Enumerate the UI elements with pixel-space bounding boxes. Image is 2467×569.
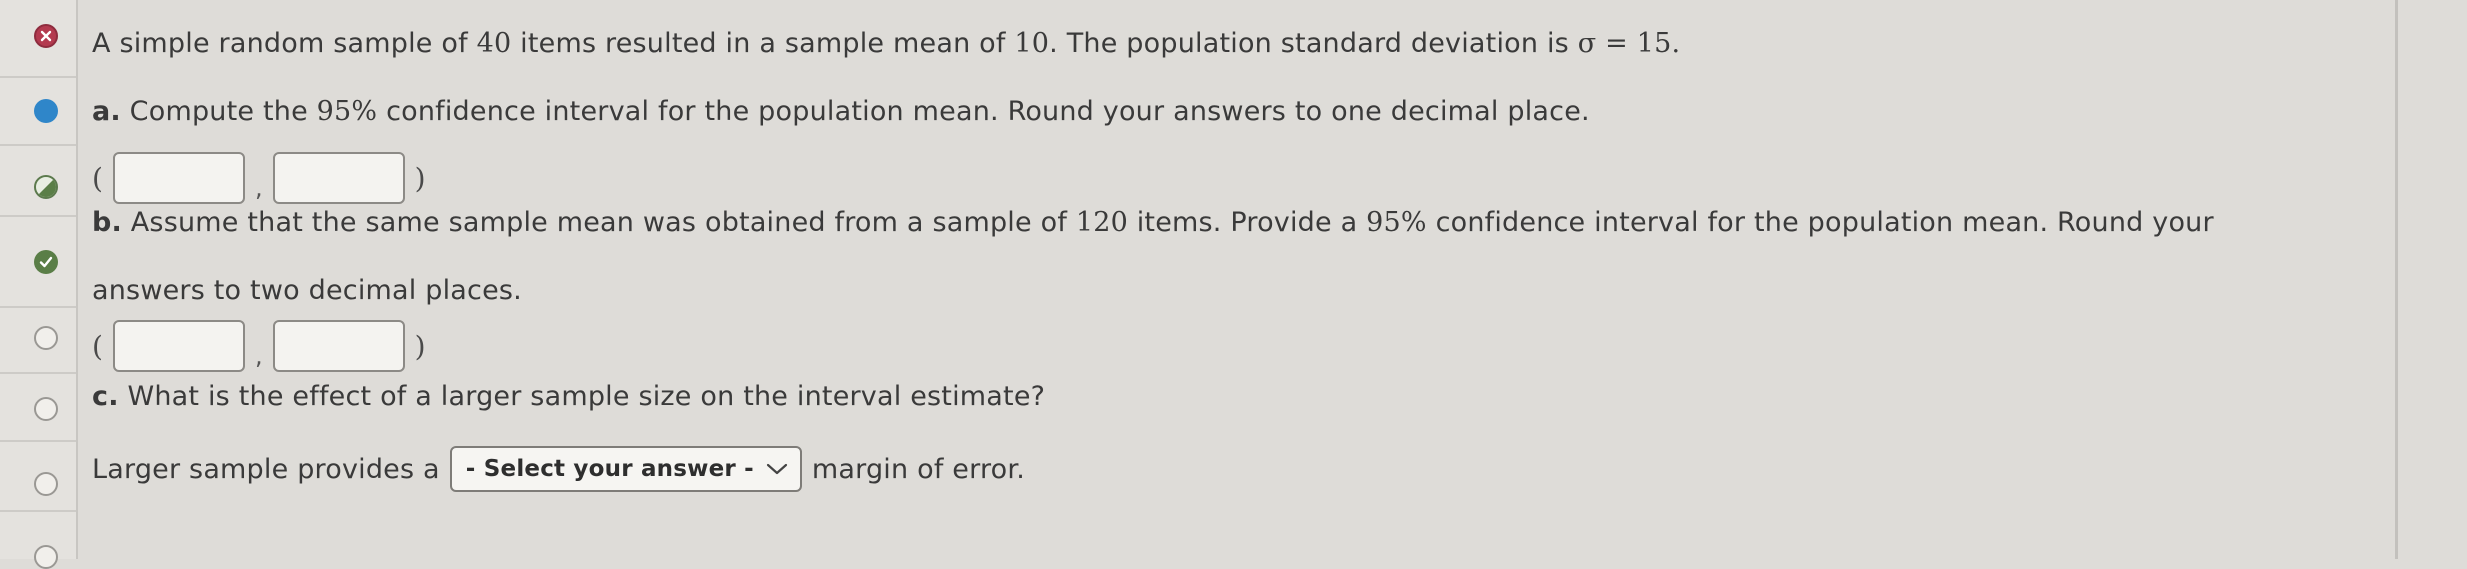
margin-of-error-select[interactable]: - Select your answer - (449, 446, 802, 492)
part-c-letter: c. (92, 381, 119, 412)
sigma-expression: σ = 15 (1577, 28, 1672, 59)
check-status-icon (34, 250, 58, 274)
part-c-text: What is the effect of a larger sample si… (118, 381, 1046, 412)
confidence-level: 95% (1366, 207, 1427, 238)
part-b-letter: b. (92, 207, 122, 238)
gutter-divider (0, 440, 76, 442)
part-b-prompt-line2: answers to two decimal places. (92, 275, 522, 306)
part-b-text: confidence interval for the population m… (1426, 207, 2214, 238)
close-paren: ) (414, 329, 426, 363)
part-a-text: confidence interval for the population m… (377, 96, 1590, 127)
part-a-text: Compute the (120, 96, 317, 127)
gutter-divider (0, 372, 76, 374)
part-b-lower-input[interactable] (112, 320, 245, 372)
question-panel: A simple random sample of 40 items resul… (92, 0, 2382, 559)
open-paren: ( (92, 329, 103, 363)
part-b-text: items. Provide a (1127, 207, 1367, 238)
intro-text: items resulted in a sample mean of (511, 28, 1015, 59)
empty-status-icon (34, 545, 58, 569)
part-a-prompt: a. Compute the 95% confidence interval f… (92, 96, 1590, 127)
open-paren: ( (92, 161, 103, 195)
chevron-down-icon (766, 463, 787, 475)
right-divider (2395, 0, 2398, 559)
sample-mean: 10 (1014, 28, 1050, 59)
confidence-level: 95% (316, 96, 378, 127)
answer-prefix: Larger sample provides a (92, 453, 440, 485)
part-c-answer-row: Larger sample provides a - Select your a… (92, 446, 1025, 492)
sample-size: 120 (1075, 207, 1128, 238)
close-paren: ) (414, 161, 426, 195)
intro-text: . The population standard deviation is (1049, 28, 1578, 59)
part-b-interval: ( , ) (92, 318, 426, 374)
gutter-divider (0, 76, 76, 78)
part-b-prompt: b. Assume that the same sample mean was … (92, 207, 2214, 238)
part-c-prompt: c. What is the effect of a larger sample… (92, 381, 1045, 412)
part-b-text: Assume that the same sample mean was obt… (121, 207, 1076, 238)
empty-status-icon (34, 397, 58, 421)
part-a-interval: ( , ) (92, 150, 426, 206)
partial-status-icon (34, 175, 58, 199)
question-intro: A simple random sample of 40 items resul… (92, 28, 1680, 59)
intro-text: . (1671, 28, 1681, 59)
status-gutter (0, 0, 78, 569)
part-a-letter: a. (92, 96, 121, 127)
gutter-divider (0, 306, 76, 308)
empty-status-icon (34, 472, 58, 496)
part-a-lower-input[interactable] (112, 152, 245, 204)
part-a-upper-input[interactable] (272, 152, 405, 204)
gutter-divider (0, 144, 76, 146)
current-step-icon (34, 99, 58, 123)
empty-status-icon (34, 326, 58, 350)
comma: , (254, 342, 263, 370)
intro-text: A simple random sample of (92, 28, 477, 59)
sample-size: 40 (476, 28, 512, 59)
gutter-divider (0, 510, 76, 512)
answer-suffix: margin of error. (811, 453, 1025, 485)
incorrect-status-icon (34, 24, 58, 48)
comma: , (254, 174, 263, 202)
part-b-upper-input[interactable] (272, 320, 405, 372)
gutter-divider (0, 215, 76, 217)
select-label: - Select your answer - (465, 456, 754, 482)
